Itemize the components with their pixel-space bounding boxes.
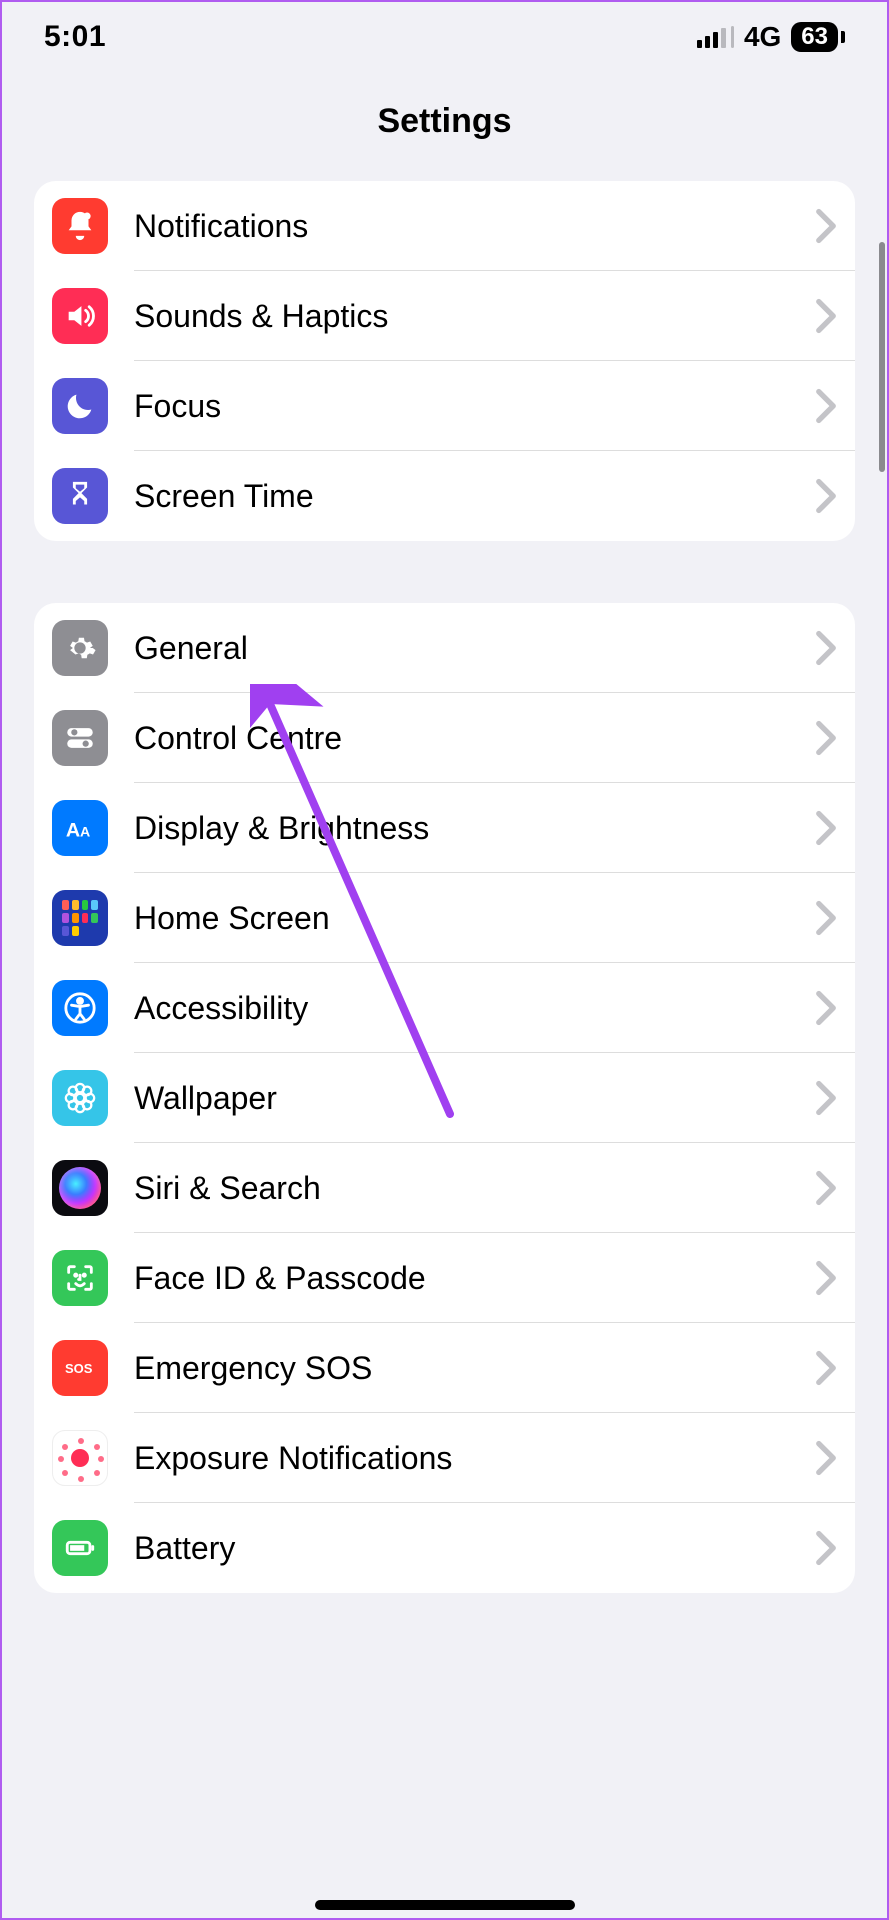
chevron-right-icon xyxy=(815,630,837,666)
settings-row-home-screen[interactable]: Home Screen xyxy=(34,873,855,963)
battery-icon xyxy=(52,1520,108,1576)
settings-group-general: General Control Centre AA Display & Brig… xyxy=(34,603,855,1593)
row-label: Siri & Search xyxy=(128,1170,815,1207)
row-label: Control Centre xyxy=(128,720,815,757)
scroll-indicator xyxy=(879,242,885,472)
status-right: 4G 63 xyxy=(697,21,845,53)
speaker-icon xyxy=(52,288,108,344)
page-title: Settings xyxy=(2,102,887,141)
row-label: Focus xyxy=(128,388,815,425)
faceid-icon xyxy=(52,1250,108,1306)
row-label: Screen Time xyxy=(128,478,815,515)
row-label: Face ID & Passcode xyxy=(128,1260,815,1297)
row-label: Battery xyxy=(128,1530,815,1567)
row-label: Exposure Notifications xyxy=(128,1440,815,1477)
chevron-right-icon xyxy=(815,1260,837,1296)
settings-row-wallpaper[interactable]: Wallpaper xyxy=(34,1053,855,1143)
home-indicator[interactable] xyxy=(315,1900,575,1910)
settings-group-notifications: Notifications Sounds & Haptics Focus Scr… xyxy=(34,181,855,541)
row-label: Display & Brightness xyxy=(128,810,815,847)
chevron-right-icon xyxy=(815,810,837,846)
settings-row-faceid[interactable]: Face ID & Passcode xyxy=(34,1233,855,1323)
text-size-icon: AA xyxy=(52,800,108,856)
settings-row-display[interactable]: AA Display & Brightness xyxy=(34,783,855,873)
settings-row-screen-time[interactable]: Screen Time xyxy=(34,451,855,541)
svg-text:SOS: SOS xyxy=(65,1361,93,1376)
row-label: Home Screen xyxy=(128,900,815,937)
chevron-right-icon xyxy=(815,298,837,334)
chevron-right-icon xyxy=(815,388,837,424)
chevron-right-icon xyxy=(815,478,837,514)
sos-icon: SOS xyxy=(52,1340,108,1396)
navigation-bar: Settings xyxy=(2,72,887,181)
chevron-right-icon xyxy=(815,1530,837,1566)
row-label: Accessibility xyxy=(128,990,815,1027)
chevron-right-icon xyxy=(815,208,837,244)
gear-icon xyxy=(52,620,108,676)
home-screen-icon xyxy=(52,890,108,946)
exposure-icon xyxy=(52,1430,108,1486)
settings-row-battery[interactable]: Battery xyxy=(34,1503,855,1593)
row-label: General xyxy=(128,630,815,667)
status-bar: 5:01 4G 63 xyxy=(2,2,887,72)
siri-icon xyxy=(52,1160,108,1216)
network-label: 4G xyxy=(744,21,781,53)
battery-percent: 63 xyxy=(791,22,838,52)
hourglass-icon xyxy=(52,468,108,524)
toggles-icon xyxy=(52,710,108,766)
chevron-right-icon xyxy=(815,900,837,936)
bell-icon xyxy=(52,198,108,254)
chevron-right-icon xyxy=(815,990,837,1026)
battery-indicator: 63 xyxy=(791,22,845,52)
row-label: Notifications xyxy=(128,208,815,245)
chevron-right-icon xyxy=(815,720,837,756)
settings-row-exposure[interactable]: Exposure Notifications xyxy=(34,1413,855,1503)
settings-row-notifications[interactable]: Notifications xyxy=(34,181,855,271)
settings-row-emergency-sos[interactable]: SOS Emergency SOS xyxy=(34,1323,855,1413)
chevron-right-icon xyxy=(815,1170,837,1206)
settings-row-sounds[interactable]: Sounds & Haptics xyxy=(34,271,855,361)
flower-icon xyxy=(52,1070,108,1126)
chevron-right-icon xyxy=(815,1440,837,1476)
cellular-signal-icon xyxy=(697,26,734,48)
settings-row-general[interactable]: General xyxy=(34,603,855,693)
chevron-right-icon xyxy=(815,1080,837,1116)
svg-text:A: A xyxy=(80,825,90,841)
row-label: Sounds & Haptics xyxy=(128,298,815,335)
moon-icon xyxy=(52,378,108,434)
settings-row-accessibility[interactable]: Accessibility xyxy=(34,963,855,1053)
accessibility-icon xyxy=(52,980,108,1036)
chevron-right-icon xyxy=(815,1350,837,1386)
status-time: 5:01 xyxy=(44,20,106,54)
settings-row-siri[interactable]: Siri & Search xyxy=(34,1143,855,1233)
svg-text:A: A xyxy=(66,820,80,842)
row-label: Wallpaper xyxy=(128,1080,815,1117)
settings-row-control-centre[interactable]: Control Centre xyxy=(34,693,855,783)
row-label: Emergency SOS xyxy=(128,1350,815,1387)
settings-row-focus[interactable]: Focus xyxy=(34,361,855,451)
settings-list[interactable]: Notifications Sounds & Haptics Focus Scr… xyxy=(2,181,887,1593)
